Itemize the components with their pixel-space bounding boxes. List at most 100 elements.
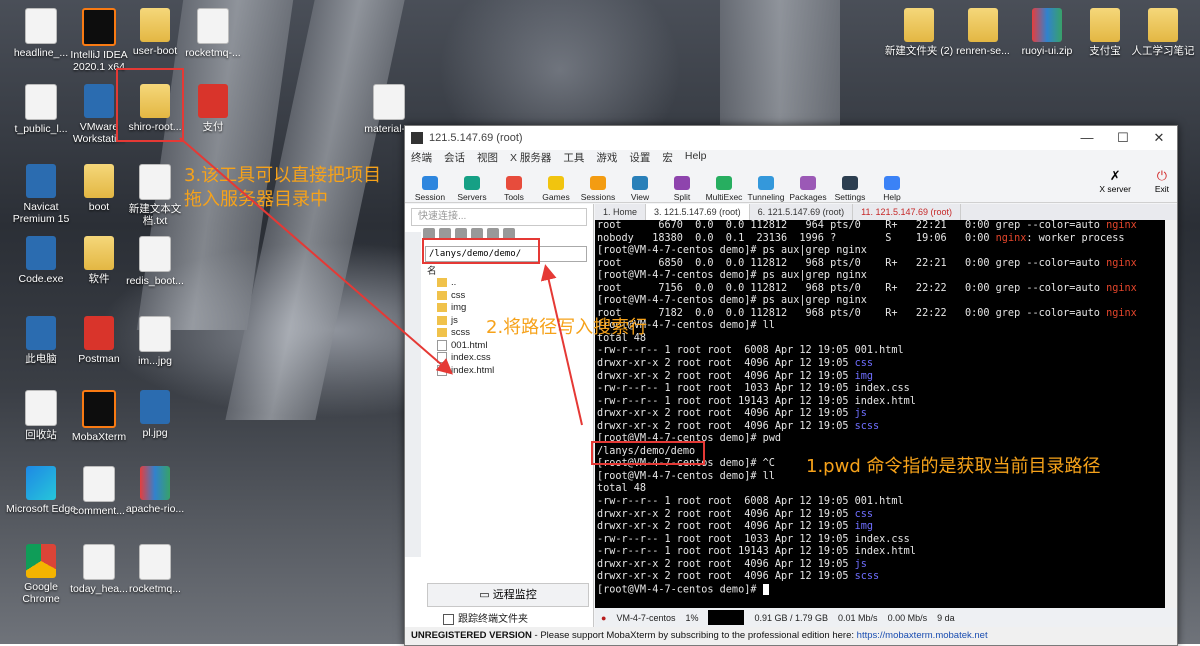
highlight-box-path <box>422 238 540 264</box>
toolbar-button-split[interactable]: Split <box>661 176 703 202</box>
terminal-text: drwxr-xr-x 2 root root 4096 Apr 12 19:05 <box>597 521 855 533</box>
help-icon <box>884 176 900 190</box>
terminal-text: -rw-r--r-- 1 root root 6008 Apr 12 19:05… <box>597 496 904 508</box>
remote-monitor-button[interactable]: ▭ 远程监控 <box>427 583 589 607</box>
terminal[interactable]: root 6670 0.0 0.0 112812 964 pts/0 R+ 22… <box>595 220 1165 608</box>
toolbar-label: Help <box>883 192 901 202</box>
file-tree-item[interactable]: index.css <box>427 352 587 365</box>
file-icon <box>437 339 447 351</box>
menu-item[interactable]: 游戏 <box>596 150 617 166</box>
file-tree-item[interactable]: .. <box>427 277 587 290</box>
session-tab[interactable]: 6. 121.5.147.69 (root) <box>750 204 854 220</box>
menu-item[interactable]: 终端 <box>411 150 432 166</box>
maximize-icon[interactable]: ☐ <box>1105 130 1141 146</box>
menu-item[interactable]: 设置 <box>629 150 650 166</box>
toolbar-label: MultiExec <box>705 192 743 202</box>
file-icon <box>139 544 171 580</box>
desktop-icon-label: renren-se... <box>956 45 1010 57</box>
annotation-step2: 2.将路径写入搜索行 <box>486 317 648 338</box>
file-icon <box>25 8 57 44</box>
folder-icon <box>437 278 447 288</box>
file-icon <box>139 316 171 352</box>
terminal-line: drwxr-xr-x 2 root root 4096 Apr 12 19:05… <box>597 358 1165 371</box>
terminal-text: root 6670 0.0 0.0 112812 964 pts/0 R+ 22… <box>597 220 1107 231</box>
folder-icon <box>968 8 998 42</box>
folder-icon <box>437 303 447 313</box>
desktop-icon-label: pl.jpg <box>142 427 168 439</box>
menu-item[interactable]: 宏 <box>662 150 673 166</box>
session-tab[interactable]: 11. 121.5.147.69 (root) <box>853 204 962 220</box>
file-tree-item[interactable]: css <box>427 289 587 302</box>
toolbar-button-help[interactable]: Help <box>871 176 913 202</box>
terminal-text: [root@VM-4-7-centos demo]# <box>597 584 763 596</box>
terminal-line: total 48 <box>597 333 1165 346</box>
file-icon <box>83 544 115 580</box>
terminal-text: -rw-r--r-- 1 root root 1033 Apr 12 19:05… <box>597 533 910 545</box>
sidebar-vertical-tabs[interactable] <box>405 232 421 557</box>
terminal-text: drwxr-xr-x 2 root root 4096 Apr 12 19:05 <box>597 408 855 420</box>
desktop-icon[interactable]: 人工学习笔记 <box>1126 8 1200 57</box>
menu-item[interactable]: 会话 <box>444 150 465 166</box>
annotation-step3: 3.该工具可以直接把项目 拖入服务器目录中 <box>184 164 381 212</box>
desktop-icon[interactable]: pl.jpg <box>118 390 192 439</box>
footer-link[interactable]: https://mobaxterm.mobatek.net <box>857 630 988 641</box>
exit-button[interactable]: ⏻ Exit <box>1155 168 1169 194</box>
toolbar-button-servers[interactable]: Servers <box>451 176 493 202</box>
toolbar-button-settings[interactable]: Settings <box>829 176 871 202</box>
close-icon[interactable]: ✕ <box>1141 130 1177 146</box>
menu-item[interactable]: 工具 <box>563 150 584 166</box>
status-cpu: 1% <box>685 612 699 623</box>
file-name: index.css <box>451 352 491 364</box>
terminal-line: [root@VM-4-7-centos demo]# <box>597 583 1165 597</box>
idea-icon <box>82 8 116 46</box>
file-icon <box>437 352 447 364</box>
terminal-line: total 48 <box>597 483 1165 496</box>
file-tree-item[interactable]: img <box>427 302 587 315</box>
desktop-icon-label: 新建文件夹 (2) <box>884 45 954 57</box>
app-icon <box>26 236 56 270</box>
session-icon <box>422 176 438 190</box>
toolbar-button-packages[interactable]: Packages <box>787 176 829 202</box>
terminal-line: -rw-r--r-- 1 root root 19143 Apr 12 19:0… <box>597 546 1165 559</box>
desktop-icon[interactable]: rocketmq-... <box>176 8 250 59</box>
desktop-icon[interactable]: renren-se... <box>946 8 1020 57</box>
desktop-icon[interactable]: 新建文件夹 (2) <box>882 8 956 57</box>
toolbar-button-session[interactable]: Session <box>409 176 451 202</box>
xserver-button[interactable]: ✗ X server <box>1099 168 1131 194</box>
desktop-icon[interactable]: 支付 <box>176 84 250 133</box>
toolbar-button-multiexec[interactable]: MultiExec <box>703 176 745 202</box>
x-icon: ✗ <box>1109 168 1121 183</box>
toolbar-button-tunneling[interactable]: Tunneling <box>745 176 787 202</box>
toolbar-button-sessions[interactable]: Sessions <box>577 176 619 202</box>
terminal-scrollbar[interactable] <box>1165 220 1177 608</box>
split-icon <box>674 176 690 190</box>
status-days: 9 da <box>937 612 955 623</box>
minimize-icon[interactable]: — <box>1069 130 1105 146</box>
quick-connect-input[interactable]: 快速连接... <box>411 208 587 226</box>
terminal-text: [root@VM-4-7-centos demo]# ps aux|grep n… <box>597 295 867 307</box>
desktop-icon[interactable]: im...jpg <box>118 316 192 367</box>
file-name: 001.html <box>451 339 488 351</box>
terminal-line: root 7156 0.0 0.0 112812 968 pts/0 R+ 22… <box>597 283 1165 296</box>
follow-terminal-checkbox[interactable]: 跟踪终端文件夹 <box>443 610 528 625</box>
desktop-icon[interactable]: redis_boot... <box>118 236 192 287</box>
menu-item[interactable]: X 服务器 <box>510 150 551 166</box>
terminal-text: total 48 <box>597 483 647 495</box>
toolbar-button-games[interactable]: Games <box>535 176 577 202</box>
desktop-icon[interactable]: 新建文本文档.txt <box>118 164 192 227</box>
file-tree-item[interactable]: index.html <box>427 364 587 377</box>
toolbar-button-view[interactable]: View <box>619 176 661 202</box>
session-tab[interactable]: 3. 121.5.147.69 (root) <box>646 204 750 220</box>
menu-item[interactable]: Help <box>685 150 707 166</box>
session-tab[interactable]: 1. Home <box>595 204 647 220</box>
desktop-icon[interactable]: rocketmq... <box>118 544 192 595</box>
file-tree-header[interactable]: 名 <box>427 264 587 277</box>
file-tree-item[interactable]: 001.html <box>427 339 587 352</box>
terminal-text: nginx <box>1106 282 1137 294</box>
zip-icon <box>140 466 170 500</box>
terminal-text: -rw-r--r-- 1 root root 19143 Apr 12 19:0… <box>597 546 916 558</box>
toolbar-button-tools[interactable]: Tools <box>493 176 535 202</box>
terminal-text: nginx <box>1106 307 1137 319</box>
menu-item[interactable]: 视图 <box>477 150 498 166</box>
desktop-icon[interactable]: apache-rio... <box>118 466 192 515</box>
